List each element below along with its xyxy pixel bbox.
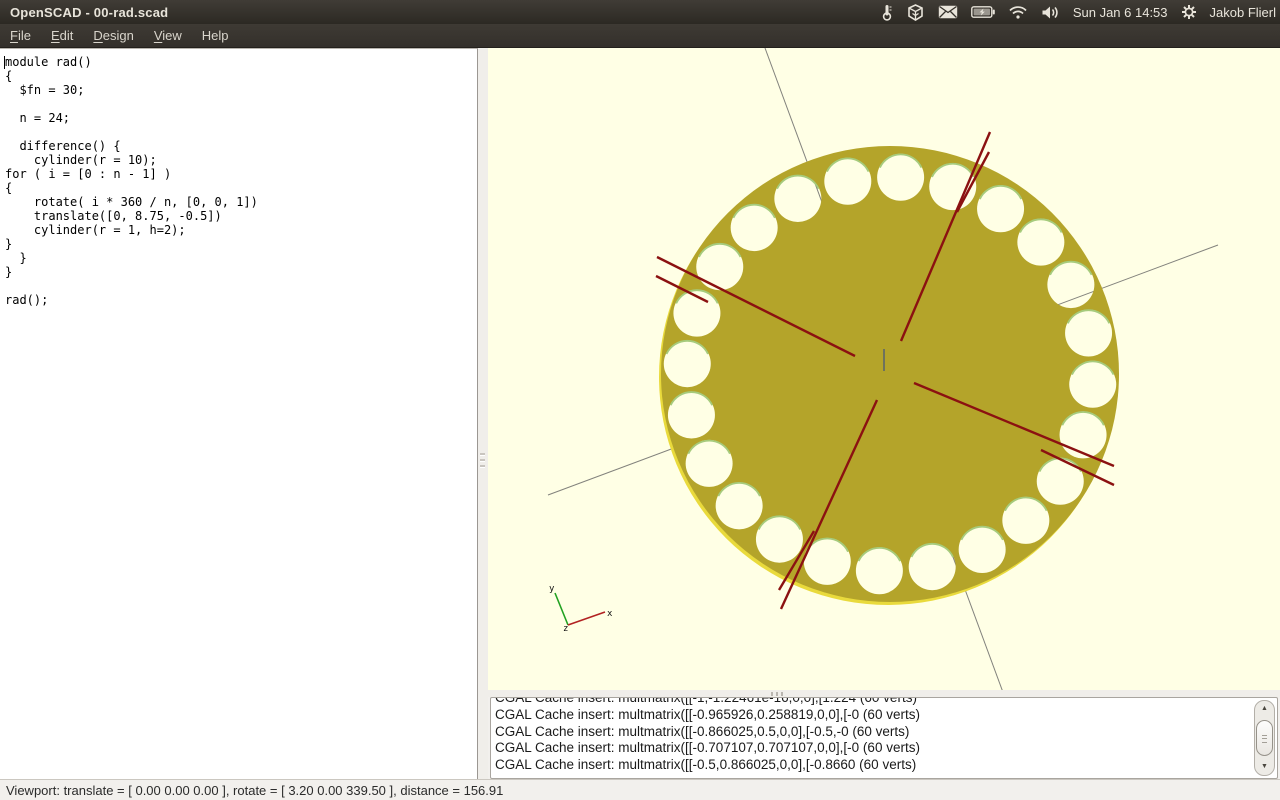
battery-icon[interactable] — [971, 6, 995, 18]
axis-label-x: x — [607, 609, 613, 619]
scrollbar-down-icon[interactable]: ▼ — [1255, 762, 1274, 772]
console-log: CGAL Cache insert: multmatrix([[-1,-1.22… — [495, 698, 1251, 778]
console-panel: CGAL Cache insert: multmatrix([[-1,-1.22… — [490, 697, 1278, 779]
viewport-3d-scene: x y z — [488, 48, 1280, 690]
viewport-3d[interactable]: x y z — [488, 48, 1280, 690]
system-tray: Sun Jan 6 14:53 Jakob Flierl — [881, 4, 1280, 21]
menu-item-help[interactable]: Help — [192, 25, 239, 46]
scrollbar-thumb[interactable] — [1256, 720, 1273, 756]
session-gear-icon[interactable] — [1181, 4, 1197, 20]
console-line: CGAL Cache insert: multmatrix([[-0.5,0.8… — [495, 757, 1251, 774]
wifi-icon[interactable] — [1008, 5, 1028, 19]
axis-label-z: z — [563, 624, 568, 634]
console-line: CGAL Cache insert: multmatrix([[-0.86602… — [495, 724, 1251, 741]
viewport-status-text: Viewport: translate = [ 0.00 0.00 0.00 ]… — [0, 783, 503, 798]
sync-box-icon[interactable] — [906, 4, 925, 21]
scrollbar-up-icon[interactable]: ▲ — [1255, 704, 1274, 714]
menu-item-view[interactable]: View — [144, 25, 192, 46]
menu-item-file[interactable]: File — [0, 25, 41, 46]
top-panel: OpenSCAD - 00-rad.scad — [0, 0, 1280, 24]
thermometer-icon[interactable] — [881, 4, 893, 21]
openscad-window: OpenSCAD - 00-rad.scad — [0, 0, 1280, 800]
axis-label-y: y — [549, 584, 555, 594]
menu-bar: FileEditDesignViewHelp — [0, 24, 1280, 48]
window-title: OpenSCAD - 00-rad.scad — [0, 5, 168, 20]
clock[interactable]: Sun Jan 6 14:53 — [1073, 5, 1168, 20]
console-line: CGAL Cache insert: multmatrix([[-0.70710… — [495, 740, 1251, 757]
console-line: CGAL Cache insert: multmatrix([[-0.96592… — [495, 707, 1251, 724]
vertical-splitter[interactable] — [478, 48, 488, 779]
console-scrollbar[interactable]: ▲ ▼ — [1254, 700, 1275, 776]
status-bar: Viewport: translate = [ 0.00 0.00 0.00 ]… — [0, 779, 1280, 800]
mail-icon[interactable] — [938, 5, 958, 19]
volume-icon[interactable] — [1041, 5, 1060, 20]
console-line: CGAL Cache insert: multmatrix([[-1,-1.22… — [495, 698, 1251, 707]
code-editor[interactable]: module rad() { $fn = 30; n = 24; differe… — [0, 48, 478, 779]
editor-code-text: module rad() { $fn = 30; n = 24; differe… — [0, 49, 477, 307]
horizontal-splitter[interactable] — [488, 690, 1280, 697]
menu-item-edit[interactable]: Edit — [41, 25, 83, 46]
text-caret — [4, 56, 5, 69]
right-column: x y z CGAL Cache insert: multmatrix([[-1,-… — [488, 48, 1280, 779]
user-menu[interactable]: Jakob Flierl — [1210, 5, 1276, 20]
menu-item-design[interactable]: Design — [83, 25, 143, 46]
main-area: module rad() { $fn = 30; n = 24; differe… — [0, 48, 1280, 779]
